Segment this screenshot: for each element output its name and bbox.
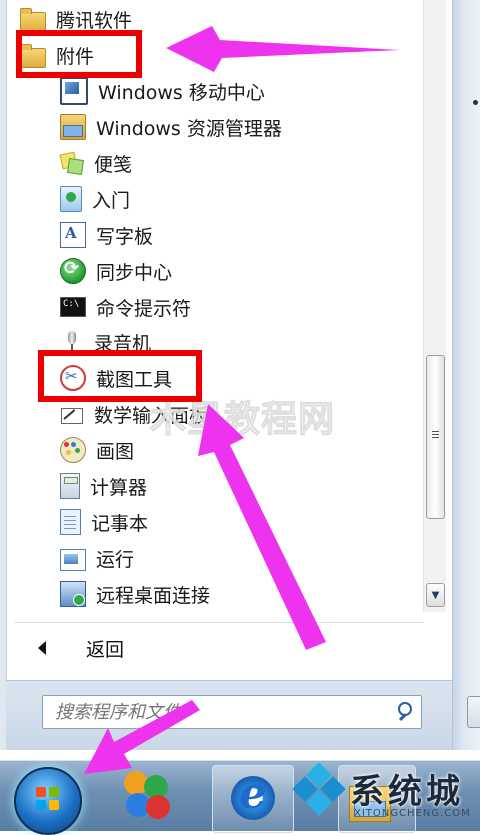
item-remote-desktop[interactable]: 远程桌面连接 — [60, 577, 210, 611]
mobility-center-icon — [60, 77, 88, 105]
panel-edge — [0, 0, 7, 750]
calculator-icon — [60, 473, 80, 499]
back-arrow-icon — [38, 641, 46, 655]
command-prompt-icon — [60, 297, 86, 317]
notepad-icon — [60, 509, 81, 535]
sticky-notes-icon — [60, 151, 84, 175]
scrollbar-thumb[interactable] — [426, 355, 445, 519]
item-label: 计算器 — [90, 476, 148, 499]
item-getting-started[interactable]: 入门 — [60, 182, 130, 216]
search-box[interactable] — [42, 695, 422, 729]
item-label: 入门 — [92, 189, 131, 212]
sync-center-icon — [60, 258, 86, 284]
item-label: 命令提示符 — [96, 297, 192, 320]
search-area — [6, 680, 452, 750]
logo-url: XITONGCHENG.COM — [354, 808, 471, 819]
item-run[interactable]: 运行 — [60, 541, 134, 575]
getting-started-icon — [60, 186, 82, 212]
logo-text: 系统城 — [350, 772, 464, 812]
grip-icon — [432, 431, 439, 432]
menu-scrollbar[interactable]: ▼ — [423, 0, 446, 612]
search-icon[interactable] — [391, 697, 421, 727]
item-windows-explorer[interactable]: Windows 资源管理器 — [60, 110, 282, 144]
internet-explorer-icon — [231, 768, 275, 820]
back-label: 返回 — [86, 638, 125, 661]
item-notepad[interactable]: 记事本 — [60, 505, 148, 539]
wordpad-icon — [60, 222, 86, 248]
folder-icon — [20, 8, 46, 32]
item-label: Windows 资源管理器 — [96, 117, 282, 140]
start-button[interactable] — [14, 767, 82, 835]
item-label: 同步中心 — [96, 261, 173, 284]
item-wordpad[interactable]: 写字板 — [60, 218, 153, 252]
remote-desktop-icon — [60, 581, 86, 607]
media-center-icon-part — [146, 795, 170, 819]
back-button[interactable]: 返回 — [38, 632, 124, 664]
item-sync-center[interactable]: 同步中心 — [60, 254, 172, 288]
site-logo: 系统城 XITONGCHENG.COM — [288, 760, 480, 830]
item-label: 运行 — [96, 548, 135, 571]
item-label: 记事本 — [91, 512, 149, 535]
item-mobility-center[interactable]: Windows 移动中心 — [60, 74, 265, 108]
item-label: 写字板 — [96, 225, 154, 248]
scroll-down-button[interactable]: ▼ — [426, 583, 445, 607]
math-input-panel-icon — [60, 402, 84, 426]
item-command-prompt[interactable]: 命令提示符 — [60, 290, 191, 324]
run-icon — [60, 549, 86, 571]
media-center-taskbar-button[interactable] — [116, 769, 180, 827]
logo-diamond-icon — [292, 762, 346, 818]
folder-label: 腾讯软件 — [56, 9, 133, 32]
windows-logo-icon — [36, 787, 46, 797]
paint-icon — [60, 437, 86, 463]
item-label: 远程桌面连接 — [96, 584, 211, 607]
shutdown-button[interactable] — [467, 696, 480, 728]
windows-explorer-icon — [60, 114, 86, 140]
internet-explorer-taskbar-button[interactable] — [212, 765, 294, 833]
search-input[interactable] — [53, 700, 391, 724]
item-calculator[interactable]: 计算器 — [60, 469, 147, 503]
highlight-box-accessories — [16, 30, 142, 78]
bullet-dot — [473, 100, 478, 105]
item-label: 画图 — [96, 440, 135, 463]
right-pane — [452, 0, 480, 750]
item-label: 便笺 — [94, 153, 133, 176]
item-label: Windows 移动中心 — [98, 81, 265, 104]
item-paint[interactable]: 画图 — [60, 433, 134, 467]
chevron-down-icon: ▼ — [431, 589, 440, 601]
menu-divider — [14, 622, 424, 623]
highlight-box-snipping-tool — [38, 350, 202, 402]
item-sticky-notes[interactable]: 便笺 — [60, 146, 132, 180]
